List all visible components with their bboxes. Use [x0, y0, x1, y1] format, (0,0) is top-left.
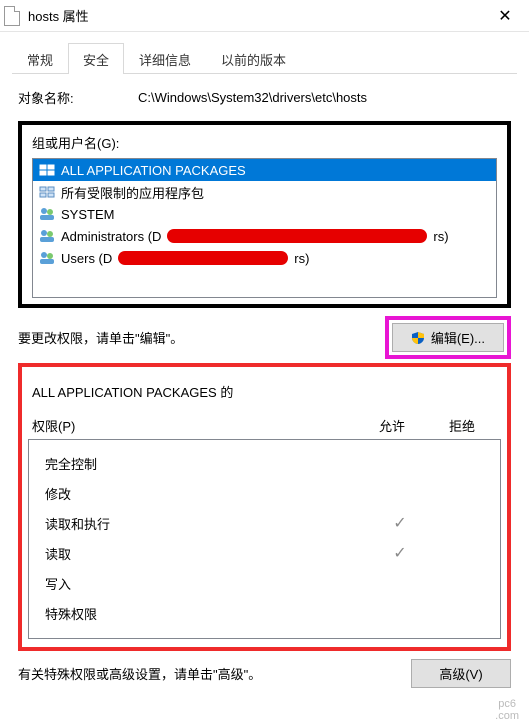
advanced-hint-text: 有关特殊权限或高级设置，请单击"高级"。	[18, 664, 411, 683]
permission-row-read: 读取	[39, 538, 490, 568]
edit-hint-row: 要更改权限，请单击"编辑"。 编辑(E)...	[18, 316, 511, 359]
permission-row-read-execute: 读取和执行	[39, 508, 490, 538]
permission-label: 完全控制	[39, 454, 370, 473]
advanced-hint-row: 有关特殊权限或高级设置，请单击"高级"。 高级(V)	[18, 659, 511, 688]
column-deny-label: 拒绝	[427, 416, 497, 435]
groups-listbox[interactable]: ALL APPLICATION PACKAGES 所有受限制的应用程序包 SYS…	[32, 158, 497, 298]
edit-button-label: 编辑(E)...	[431, 328, 485, 347]
package-icon	[39, 162, 55, 178]
watermark-line1: pc6	[498, 698, 516, 710]
watermark-line2: .com	[495, 710, 519, 722]
tab-content: 对象名称: C:\Windows\System32\drivers\etc\ho…	[0, 74, 529, 702]
close-button[interactable]: ✕	[485, 2, 525, 30]
permission-row-special: 特殊权限	[39, 598, 490, 628]
redaction-mark	[167, 229, 427, 243]
watermark: pc6 .com	[495, 698, 519, 722]
group-item-all-app-packages[interactable]: ALL APPLICATION PACKAGES	[33, 159, 496, 181]
advanced-button[interactable]: 高级(V)	[411, 659, 511, 688]
tab-details[interactable]: 详细信息	[124, 43, 206, 74]
tab-security[interactable]: 安全	[68, 43, 124, 74]
tab-previous-versions[interactable]: 以前的版本	[206, 43, 301, 74]
group-item-users[interactable]: Users (D rs)	[33, 247, 496, 269]
permission-label: 特殊权限	[39, 604, 370, 623]
group-item-label: 所有受限制的应用程序包	[61, 183, 204, 202]
group-item-label-suffix: rs)	[433, 229, 448, 244]
permissions-listbox: 完全控制 修改 读取和执行 读取 写入	[28, 439, 501, 639]
permissions-principal-label: ALL APPLICATION PACKAGES 的 权限(P)	[32, 367, 357, 435]
groups-label: 组或用户名(G):	[32, 133, 497, 152]
group-item-label: ALL APPLICATION PACKAGES	[61, 163, 246, 178]
group-item-label-prefix: Administrators (D	[61, 229, 161, 244]
permission-label: 修改	[39, 484, 370, 503]
permission-label: 写入	[39, 574, 370, 593]
tab-general[interactable]: 常规	[12, 43, 68, 74]
object-name-value: C:\Windows\System32\drivers\etc\hosts	[138, 90, 367, 105]
shield-icon	[411, 331, 425, 345]
column-allow-label: 允许	[357, 416, 427, 435]
group-item-system[interactable]: SYSTEM	[33, 203, 496, 225]
group-item-label-suffix: rs)	[294, 251, 309, 266]
edit-button[interactable]: 编辑(E)...	[392, 323, 504, 352]
permissions-header: ALL APPLICATION PACKAGES 的 权限(P) 允许 拒绝	[28, 367, 501, 439]
object-name-label: 对象名称:	[18, 88, 138, 107]
group-item-label-prefix: Users (D	[61, 251, 112, 266]
advanced-button-label: 高级(V)	[439, 664, 482, 683]
object-name-row: 对象名称: C:\Windows\System32\drivers\etc\ho…	[18, 88, 511, 107]
group-item-administrators[interactable]: Administrators (D rs)	[33, 225, 496, 247]
users-icon	[39, 228, 55, 244]
edit-button-highlight: 编辑(E)...	[385, 316, 511, 359]
permissions-principal-line2: 权限(P)	[32, 419, 75, 434]
edit-hint-text: 要更改权限，请单击"编辑"。	[18, 328, 385, 347]
permission-label: 读取和执行	[39, 514, 370, 533]
group-item-label: SYSTEM	[61, 207, 114, 222]
redaction-mark	[118, 251, 288, 265]
permission-label: 读取	[39, 544, 370, 563]
group-item-restricted-app-packages[interactable]: 所有受限制的应用程序包	[33, 181, 496, 203]
window-title: hosts 属性	[28, 6, 485, 25]
tab-strip: 常规 安全 详细信息 以前的版本	[0, 32, 529, 74]
permission-row-modify: 修改	[39, 478, 490, 508]
title-bar: hosts 属性 ✕	[0, 0, 529, 32]
permissions-principal-line1: ALL APPLICATION PACKAGES 的	[32, 385, 233, 400]
permission-allow-check-icon	[370, 513, 430, 533]
permission-row-full-control: 完全控制	[39, 448, 490, 478]
file-icon	[4, 6, 20, 26]
permission-row-write: 写入	[39, 568, 490, 598]
permission-allow-check-icon	[370, 543, 430, 563]
users-icon	[39, 206, 55, 222]
groups-section-highlight: 组或用户名(G): ALL APPLICATION PACKAGES 所有受限制…	[18, 121, 511, 308]
permissions-section-highlight: ALL APPLICATION PACKAGES 的 权限(P) 允许 拒绝 完…	[18, 363, 511, 651]
package-icon	[39, 184, 55, 200]
users-icon	[39, 250, 55, 266]
